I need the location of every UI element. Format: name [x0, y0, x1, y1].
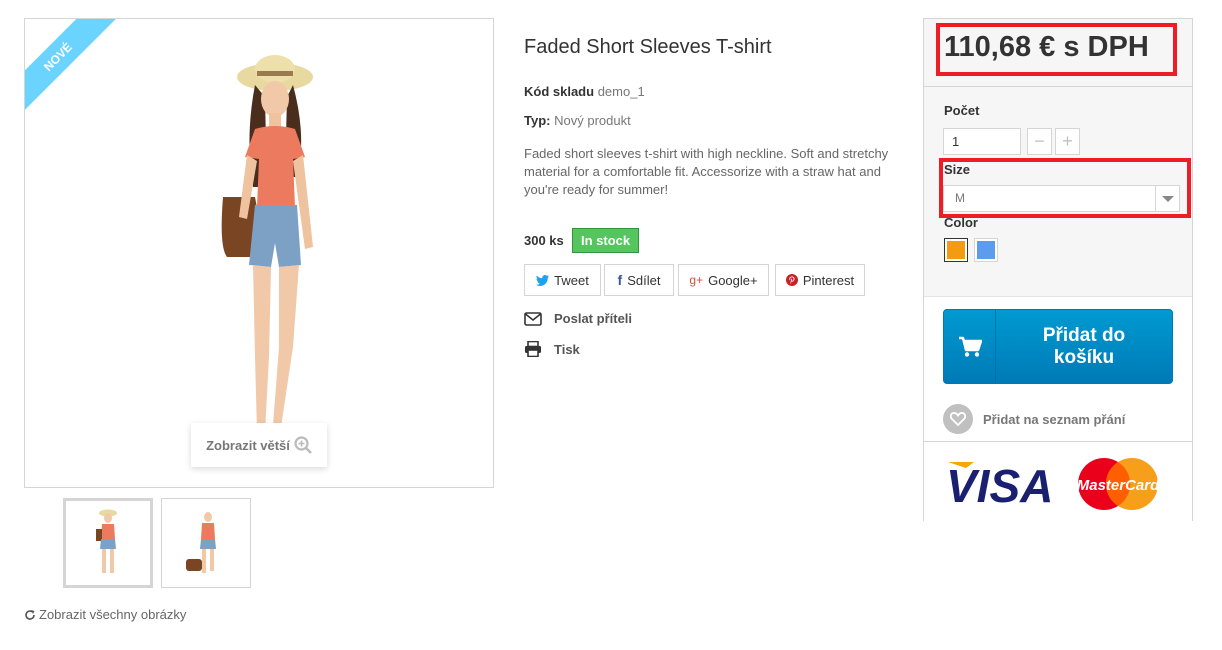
condition-line: Typ: Nový produkt [524, 113, 631, 128]
price-area: 110,68 € s DPH [924, 19, 1192, 87]
color-swatch-blue[interactable] [974, 238, 998, 262]
view-all-images-link[interactable]: Zobrazit všechny obrázky [24, 607, 186, 622]
product-title: Faded Short Sleeves T-shirt [524, 36, 772, 58]
magnifier-plus-icon [294, 436, 312, 454]
quantity-label: Počet [944, 103, 980, 118]
send-to-friend-link[interactable]: Poslat příteli [524, 311, 632, 326]
cart-icon [958, 336, 982, 357]
main-product-image[interactable]: Nové Zobrazit větší [24, 18, 494, 488]
view-all-label: Zobrazit všechny obrázky [39, 607, 187, 622]
product-description: Faded short sleeves t-shirt with high ne… [524, 146, 889, 197]
quantity-input[interactable] [943, 128, 1021, 155]
google-label: Google+ [708, 272, 758, 288]
color-label: Color [944, 215, 978, 230]
thumbnail-2-image [186, 512, 216, 573]
color-swatch-blue-fill [977, 241, 995, 259]
quantity-increase-button[interactable]: + [1055, 128, 1080, 155]
stock-quantity: 300 ks [524, 233, 564, 248]
wishlist-label: Přidat na seznam přání [983, 411, 1126, 427]
sku-line: Kód skladu demo_1 [524, 84, 645, 99]
google-plus-icon: g+ [689, 273, 704, 287]
refresh-icon [25, 609, 35, 620]
condition-label: Typ: [524, 113, 551, 128]
zoom-label: Zobrazit větší [206, 437, 290, 453]
thumbnail-1[interactable] [63, 498, 153, 588]
size-label: Size [944, 162, 971, 177]
send-to-friend-label: Poslat příteli [554, 311, 633, 326]
sku-value: demo_1 [597, 84, 645, 99]
envelope-icon [524, 311, 542, 326]
tweet-label: Tweet [554, 272, 589, 288]
stock-status-badge: In stock [572, 228, 640, 253]
thumbnail-1-image [96, 509, 117, 573]
print-link[interactable]: Tisk [524, 341, 580, 357]
cart-icon-wrap [944, 310, 996, 383]
mastercard-logo-text: MasterCard [1077, 477, 1160, 494]
new-ribbon: Nové [25, 19, 131, 125]
tweet-button[interactable]: Tweet [524, 264, 601, 296]
chevron-down-icon [1155, 186, 1179, 211]
facebook-icon: f [617, 272, 623, 288]
product-options: Počet − + Size M Color [924, 87, 1192, 297]
pinterest-button[interactable]: Pinterest [775, 264, 865, 296]
add-to-wishlist-link[interactable]: Přidat na seznam přání [943, 404, 1125, 434]
twitter-icon [536, 274, 550, 286]
share-label: Sdílet [627, 272, 661, 288]
visa-mastercard-logo: VISA MasterCard [946, 458, 1160, 512]
add-to-cart-button[interactable]: Přidat do košíku [943, 309, 1173, 384]
product-price: 110,68 € s DPH [944, 31, 1149, 63]
add-to-cart-label: Přidat do košíku [1042, 324, 1126, 368]
new-badge: Nové [25, 19, 121, 120]
print-label: Tisk [554, 341, 580, 357]
facebook-share-button[interactable]: f Sdílet [604, 264, 674, 296]
payment-logos: VISA MasterCard [924, 441, 1192, 521]
size-select[interactable]: M [943, 185, 1180, 212]
printer-icon [525, 341, 541, 357]
condition-value: Nový produkt [554, 113, 631, 128]
pinterest-label: Pinterest [802, 272, 855, 288]
google-plus-button[interactable]: g+ Google+ [678, 264, 769, 296]
heart-icon [943, 404, 973, 434]
pinterest-icon [785, 274, 798, 286]
model-photo [221, 55, 313, 445]
color-swatch-orange-fill [947, 241, 965, 259]
size-selected-value: M [955, 191, 965, 205]
buy-box: 110,68 € s DPH Počet − + Size M Color [923, 18, 1193, 521]
zoom-button[interactable]: Zobrazit větší [191, 423, 327, 467]
sku-label: Kód skladu [524, 84, 595, 99]
visa-logo-text: VISA [946, 460, 1053, 512]
color-swatch-orange[interactable] [944, 238, 968, 262]
quantity-decrease-button[interactable]: − [1027, 128, 1052, 155]
thumbnail-2[interactable] [161, 498, 251, 588]
